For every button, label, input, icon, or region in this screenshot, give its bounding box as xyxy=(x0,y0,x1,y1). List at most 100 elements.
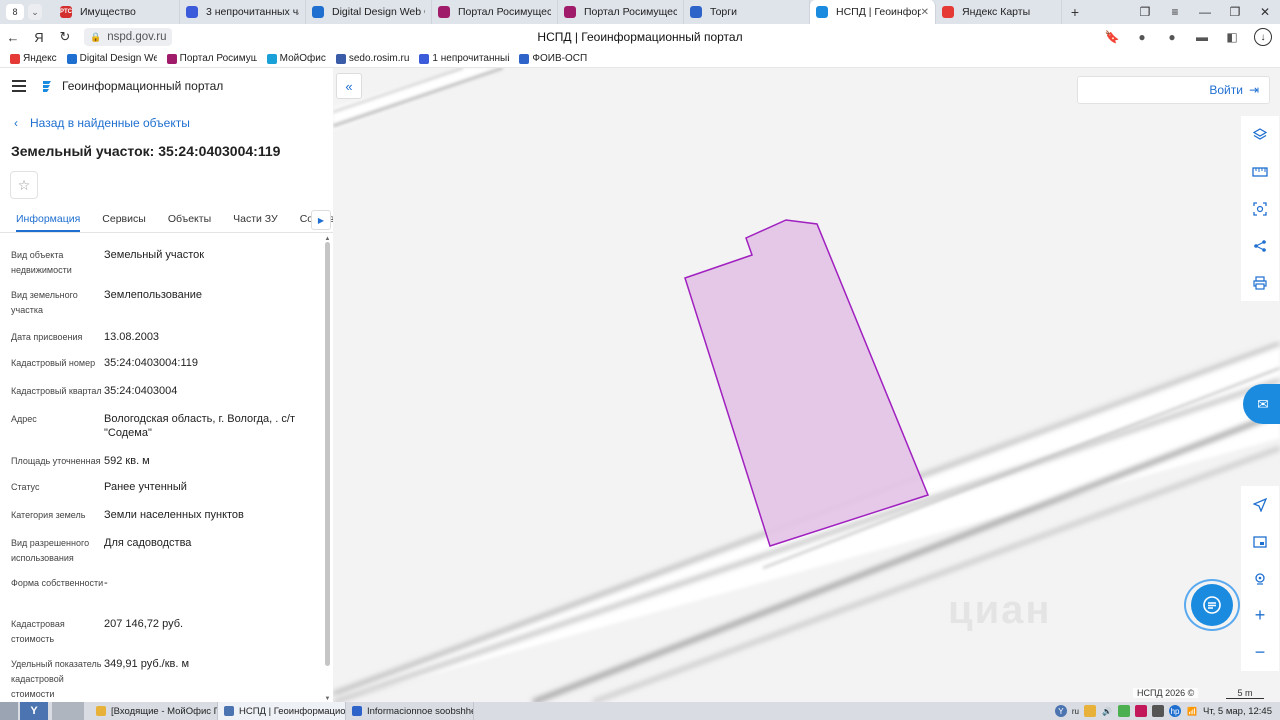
url-text: nspd.gov.ru xyxy=(107,31,167,43)
area-select-icon[interactable] xyxy=(1241,190,1279,227)
tab-list-chevron-icon[interactable]: ⌄ xyxy=(28,4,42,20)
taskbar-item[interactable]: [Входящие - МойОфис П... xyxy=(90,702,218,720)
close-window-icon[interactable]: ✕ xyxy=(1250,5,1280,19)
tray-app-icon[interactable] xyxy=(1152,705,1165,717)
map-watermark: циан xyxy=(948,588,1052,632)
info-tab[interactable]: Информация xyxy=(16,208,81,232)
browser-menu-icon[interactable]: ≡ xyxy=(1160,5,1190,19)
geo-search-icon[interactable] xyxy=(1241,560,1279,597)
property-row: Кадастровая стоимость 207 146,72 руб. xyxy=(0,617,320,647)
browser-tab[interactable]: РТС Имущество xyxy=(54,0,180,24)
tab-label: Яндекс Карты xyxy=(962,6,1031,18)
info-tab[interactable]: Сервисы xyxy=(102,208,146,225)
tab-favicon-icon xyxy=(564,6,576,18)
layers-icon[interactable] xyxy=(1241,116,1279,153)
keyboard-layout[interactable]: ru xyxy=(1072,707,1079,716)
taskbar-item-label: [Входящие - МойОфис П... xyxy=(111,705,218,717)
property-value: 35:24:0403004:119 xyxy=(104,357,198,369)
minimap-icon[interactable] xyxy=(1241,523,1279,560)
close-tab-icon[interactable]: ✕ xyxy=(921,7,929,18)
bookmark-item[interactable]: Digital Design Web xyxy=(66,53,157,64)
taskbar-item[interactable]: НСПД | Геоинформацио... xyxy=(218,702,346,720)
collapse-panel-icon[interactable]: « xyxy=(336,73,362,99)
reader-icon[interactable]: ◧ xyxy=(1224,30,1240,44)
ruler-icon[interactable] xyxy=(1241,153,1279,190)
back-to-results-link[interactable]: ‹ Назад в найденные объекты xyxy=(14,116,190,130)
bookmark-item[interactable]: Яндекс xyxy=(10,53,57,64)
lock-icon: 🔒 xyxy=(90,31,102,42)
back-arrow-icon[interactable]: ← xyxy=(0,30,26,45)
bookmark-item[interactable]: ФОИВ-ОСП xyxy=(519,53,587,64)
restore-icon[interactable]: ❐ xyxy=(1220,5,1250,19)
yandex-icon[interactable]: Я xyxy=(26,30,52,45)
property-key: Кадастровый квартал xyxy=(11,386,102,396)
bookmark-icon[interactable]: 🔖 xyxy=(1104,30,1120,44)
tabs-scroll-right-icon[interactable]: ▶ xyxy=(311,210,331,230)
address-bar-actions: 🔖 ● ● ▬ ◧ ↓ xyxy=(1104,28,1280,46)
bookmark-item[interactable]: Портал Росимущ xyxy=(166,53,257,64)
browser-tab[interactable]: НСПД | Геоинформационный портал✕ xyxy=(810,0,936,24)
print-icon[interactable] xyxy=(1241,264,1279,301)
browser-tab[interactable]: Яндекс Карты xyxy=(936,0,1062,24)
browser-tab[interactable]: Портал Росимущества xyxy=(558,0,684,24)
yandex-taskbar-icon[interactable]: Y xyxy=(20,702,48,720)
tray-app-icon[interactable] xyxy=(1118,705,1131,717)
feedback-chat-icon[interactable]: ✉ xyxy=(1243,384,1280,424)
browser-tab[interactable]: 3 непрочитанных чата xyxy=(180,0,306,24)
bookmark-favicon-icon xyxy=(519,53,530,64)
zoom-out-icon[interactable]: − xyxy=(1241,634,1279,671)
browser-tab[interactable]: Торги xyxy=(684,0,810,24)
start-menu-icon[interactable] xyxy=(0,702,18,720)
bookmark-item[interactable]: 1 непрочитанный xyxy=(419,53,509,64)
taskbar-item[interactable]: Informacionnoe soobshhe... xyxy=(346,702,474,720)
share-icon[interactable] xyxy=(1241,227,1279,264)
new-tab-button[interactable]: + xyxy=(1062,4,1088,20)
property-value: 349,91 руб./кв. м xyxy=(104,658,190,670)
bookmark-label: Портал Росимущ xyxy=(179,53,257,64)
map-copyright[interactable]: НСПД 2026 © xyxy=(1133,688,1199,698)
chat-icon[interactable] xyxy=(1191,584,1233,626)
map-navigation-tools: + − xyxy=(1241,486,1279,671)
extension-icon[interactable]: ● xyxy=(1164,30,1180,44)
extension-icon[interactable]: ▬ xyxy=(1194,30,1210,44)
extension-icon[interactable]: ● xyxy=(1134,30,1150,44)
volume-icon[interactable]: 🔊 xyxy=(1101,705,1113,717)
hp-icon[interactable]: hp xyxy=(1169,705,1182,717)
tabs-overview-icon[interactable]: ❐ xyxy=(1130,5,1160,19)
login-button[interactable]: Войти ⇥ xyxy=(1077,76,1270,104)
tab-counter[interactable]: 8 xyxy=(6,4,24,20)
scroll-thumb[interactable] xyxy=(325,242,330,666)
tray-app-icon[interactable] xyxy=(1084,705,1097,717)
download-icon[interactable]: ↓ xyxy=(1254,28,1272,46)
menu-icon[interactable] xyxy=(12,80,26,92)
info-tab[interactable]: Объекты xyxy=(168,208,211,225)
reload-icon[interactable]: ↻ xyxy=(52,29,78,45)
map-canvas[interactable] xyxy=(333,68,1280,702)
tab-favicon-icon xyxy=(312,6,324,18)
os-taskbar: Y [Входящие - МойОфис П... НСПД | Геоинфо… xyxy=(0,702,1280,720)
tabs-divider xyxy=(0,232,333,233)
locate-me-icon[interactable] xyxy=(1241,486,1279,523)
network-icon[interactable]: 📶 xyxy=(1186,705,1198,717)
browser-tab[interactable]: Digital Design Web Client xyxy=(306,0,432,24)
property-value: Ранее учтенный xyxy=(104,481,187,493)
bookmark-item[interactable]: sedo.rosim.ru xyxy=(335,53,409,64)
browser-tab[interactable]: Портал Росимущества xyxy=(432,0,558,24)
window-controls: ❐ ≡ — ❐ ✕ xyxy=(1130,5,1280,19)
info-tab[interactable]: Части ЗУ xyxy=(233,208,278,225)
system-clock[interactable]: Чт, 5 мар, 12:45 xyxy=(1203,706,1272,717)
map-view[interactable]: циан « Войти ⇥ ✉ + − НСПД 2026 © 5 m xyxy=(333,68,1280,702)
bookmark-item[interactable]: МойОфис xyxy=(266,53,326,64)
yandex-tray-icon[interactable]: Y xyxy=(1054,705,1067,717)
minimize-icon[interactable]: — xyxy=(1190,5,1220,19)
panel-scrollbar[interactable]: ▲ ▼ xyxy=(324,236,331,702)
chevron-left-icon: ‹ xyxy=(14,116,18,130)
bookmark-favicon-icon xyxy=(266,53,277,64)
url-field[interactable]: 🔒 nspd.gov.ru xyxy=(84,28,173,46)
tab-label: НСПД | Геоинформационный портал xyxy=(836,6,921,18)
favorite-star-icon[interactable]: ☆ xyxy=(10,171,38,199)
taskbar-item-label: Informacionnoe soobshhe... xyxy=(367,705,474,717)
bookmark-label: Яндекс xyxy=(23,53,57,64)
tray-app-icon[interactable] xyxy=(1135,705,1148,717)
zoom-in-icon[interactable]: + xyxy=(1241,597,1279,634)
